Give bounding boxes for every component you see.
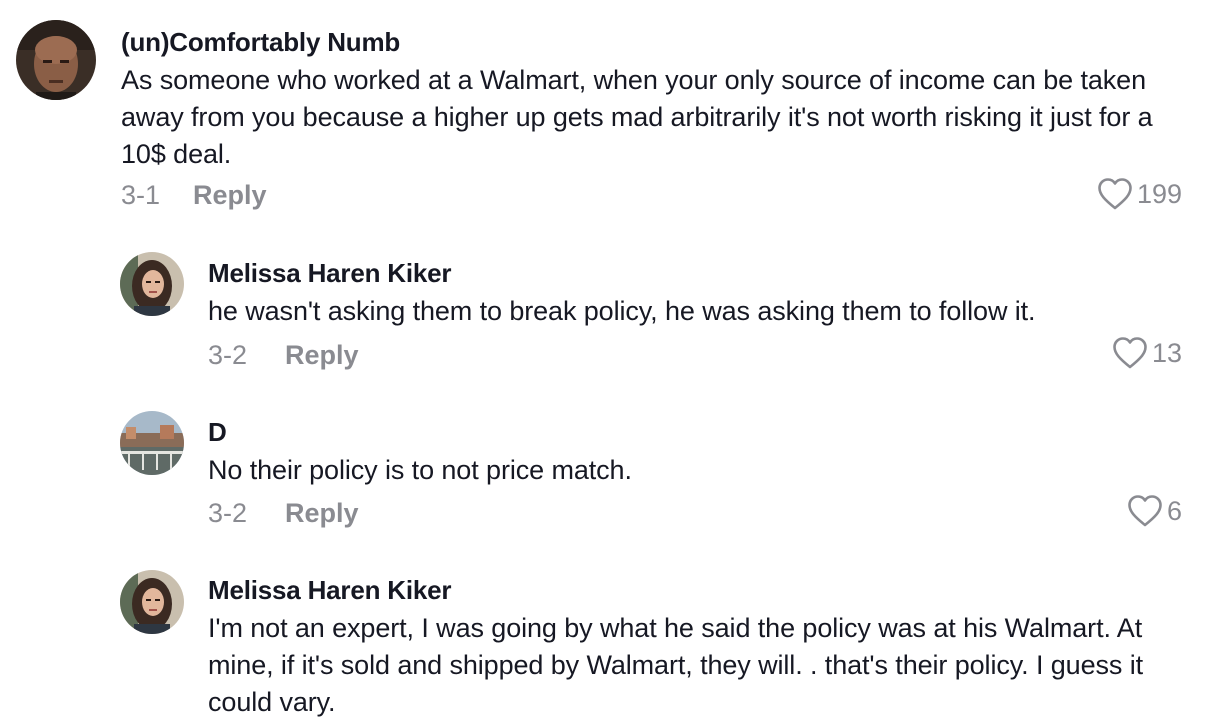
woman-face-avatar-icon	[120, 570, 184, 634]
comment-date: 3-1	[121, 180, 161, 210]
reply-button[interactable]: Reply	[285, 498, 359, 529]
like-button[interactable]: 6	[1127, 494, 1182, 528]
landscape-avatar-icon	[120, 411, 184, 475]
like-count: 6	[1166, 495, 1182, 526]
like-count: 13	[1151, 337, 1182, 368]
reply-button[interactable]: Reply	[285, 340, 359, 371]
like-button[interactable]: 13	[1112, 336, 1182, 370]
comment-date: 3-2	[208, 498, 248, 528]
comment-date: 3-2	[208, 340, 248, 370]
heart-icon	[1098, 178, 1132, 210]
comment-text: As someone who worked at a Walmart, when…	[121, 65, 1153, 169]
like-count: 199	[1136, 178, 1182, 209]
heart-icon	[1128, 495, 1162, 527]
avatar[interactable]	[16, 20, 96, 100]
comment-text: No their policy is to not price match.	[208, 455, 632, 485]
comment-text: he wasn't asking them to break policy, h…	[208, 296, 1036, 326]
username[interactable]: Melissa Haren Kiker	[208, 575, 452, 606]
comment-text: I'm not an expert, I was going by what h…	[208, 613, 1143, 717]
heart-icon	[1113, 337, 1147, 369]
like-button[interactable]: 199	[1097, 177, 1182, 211]
username[interactable]: Melissa Haren Kiker	[208, 258, 452, 289]
woman-face-avatar-icon	[120, 252, 184, 316]
avatar[interactable]	[120, 252, 184, 316]
username[interactable]: D	[208, 417, 227, 448]
username[interactable]: (un)Comfortably Numb	[121, 27, 400, 58]
man-face-avatar-icon	[16, 20, 96, 100]
avatar[interactable]	[120, 411, 184, 475]
avatar[interactable]	[120, 570, 184, 634]
reply-button[interactable]: Reply	[193, 180, 267, 211]
